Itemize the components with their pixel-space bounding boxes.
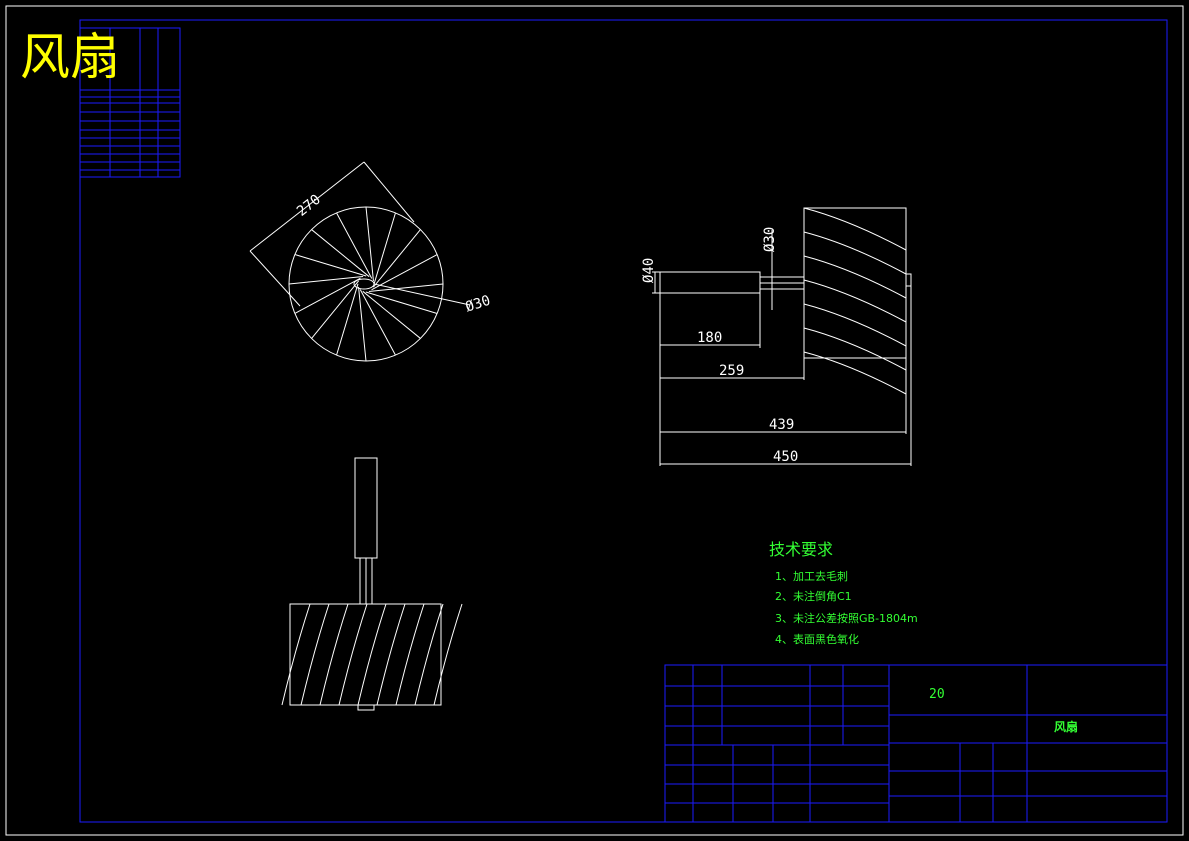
hub-circle bbox=[353, 278, 375, 290]
fan-blade-line bbox=[372, 229, 421, 288]
side-blade-curve bbox=[803, 255, 907, 299]
side-blade-curve bbox=[803, 327, 907, 371]
top-view bbox=[281, 457, 463, 711]
fan-blade-line bbox=[311, 280, 360, 339]
tech-item-1: 1、加工去毛刺 bbox=[775, 570, 848, 583]
tech-item-3: 3、未注公差按照GB-1804m bbox=[775, 611, 918, 625]
dim-shaft-dia: Ø40 bbox=[641, 258, 657, 283]
dim-259-label: 259 bbox=[719, 363, 744, 379]
fan-body-side bbox=[803, 207, 907, 359]
top-shaft bbox=[354, 457, 378, 559]
dim-neck-dia: Ø30 bbox=[762, 227, 778, 252]
side-blade-curve bbox=[803, 231, 907, 275]
dim-270-label: 270 bbox=[294, 192, 324, 220]
dim-180-label: 180 bbox=[697, 330, 722, 346]
title-block bbox=[664, 664, 1168, 823]
front-view: 270 Ø30 bbox=[249, 161, 493, 362]
outer-border bbox=[5, 5, 1184, 836]
side-view: Ø40 Ø30 180 259 439 450 bbox=[641, 207, 912, 466]
fan-blade-line bbox=[362, 290, 421, 339]
side-blade-curve bbox=[803, 279, 907, 323]
tech-heading: 技术要求 bbox=[769, 540, 833, 559]
fan-blade-line bbox=[311, 229, 370, 278]
dim-439-label: 439 bbox=[769, 417, 794, 433]
top-blade-curve bbox=[281, 603, 311, 706]
tech-requirements: 技术要求 1、加工去毛刺 2、未注倒角C1 3、未注公差按照GB-1804m 4… bbox=[769, 540, 918, 646]
side-blade-curve bbox=[803, 303, 907, 347]
title-block-quantity: 20 bbox=[929, 687, 945, 702]
title-block-part-name: 风扇 bbox=[1054, 719, 1078, 734]
dim-hub-label: Ø30 bbox=[464, 293, 493, 316]
fan-blade-lines bbox=[288, 206, 444, 362]
side-blade-curves bbox=[803, 207, 907, 395]
inner-frame bbox=[79, 19, 1168, 823]
top-blade-curves bbox=[281, 603, 463, 706]
dim-450-label: 450 bbox=[773, 449, 798, 465]
shaft-body bbox=[659, 271, 761, 294]
cad-drawing-canvas: 风扇 270 Ø30 Ø40 Ø30 180 259 439 450 技术要求 … bbox=[5, 5, 1184, 836]
side-blade-curve bbox=[803, 207, 907, 251]
drawing-big-title: 风扇 bbox=[20, 28, 120, 86]
dim-hub-leader bbox=[373, 283, 471, 306]
tech-item-4: 4、表面黑色氧化 bbox=[775, 632, 859, 646]
tech-item-2: 2、未注倒角C1 bbox=[775, 589, 852, 603]
